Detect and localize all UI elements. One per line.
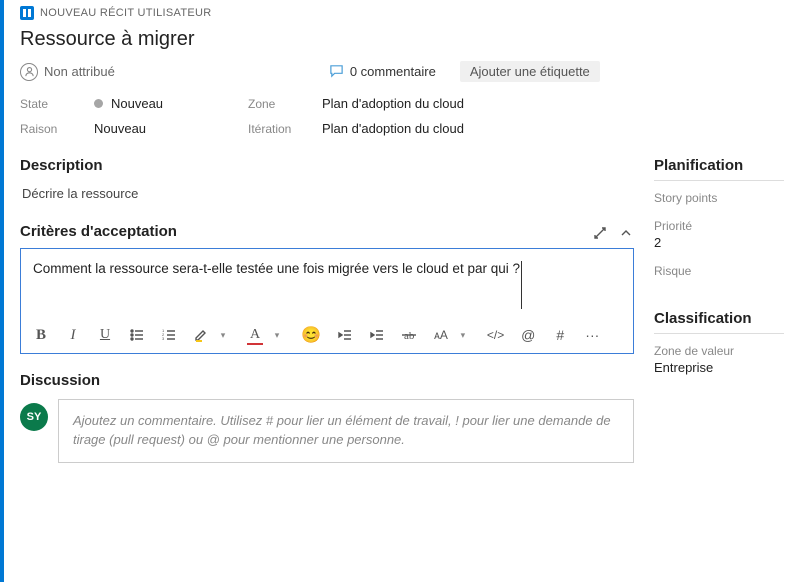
avatar: SY	[20, 403, 48, 431]
person-icon	[20, 63, 38, 81]
comments-count: 0 commentaire	[350, 64, 436, 79]
comment-input[interactable]: Ajoutez un commentaire. Utilisez # pour …	[58, 399, 634, 463]
bullet-list-button[interactable]	[129, 327, 145, 343]
acceptance-editor[interactable]: Comment la ressource sera-t-elle testée …	[20, 248, 634, 354]
comment-icon	[329, 63, 344, 81]
indent-button[interactable]	[369, 327, 385, 343]
italic-button[interactable]: I	[65, 327, 81, 344]
reason-label: Raison	[20, 122, 80, 136]
outdent-button[interactable]	[337, 327, 353, 343]
fullscreen-icon[interactable]	[592, 225, 608, 244]
font-color-button[interactable]: A	[247, 327, 263, 343]
add-tag-button[interactable]: Ajouter une étiquette	[460, 61, 600, 82]
state-value[interactable]: Nouveau	[94, 96, 234, 111]
planning-title: Planification	[654, 157, 784, 181]
emoji-button[interactable]: 😊	[301, 325, 321, 345]
priority-label: Priorité	[654, 219, 784, 233]
bold-button[interactable]: B	[33, 327, 49, 344]
comments-link[interactable]: 0 commentaire	[329, 63, 436, 81]
iteration-label: Itération	[248, 122, 308, 136]
acceptance-title: Critères d'acceptation	[20, 223, 177, 240]
chevron-down-icon[interactable]: ▾	[215, 330, 231, 341]
more-button[interactable]: ···	[584, 327, 600, 343]
assignee-picker[interactable]: Non attribué	[20, 63, 115, 81]
story-points-label: Story points	[654, 191, 784, 205]
number-list-button[interactable]: 123	[161, 327, 177, 343]
description-title: Description	[20, 157, 634, 174]
area-label: Zone	[248, 97, 308, 111]
collapse-icon[interactable]	[618, 225, 634, 244]
iteration-value[interactable]: Plan d'adoption du cloud	[322, 121, 784, 136]
svg-text:ab: ab	[404, 330, 415, 342]
underline-button[interactable]: U	[97, 327, 113, 343]
svg-text:3: 3	[162, 336, 165, 341]
classification-title: Classification	[654, 310, 784, 334]
chevron-down-icon[interactable]: ▾	[455, 330, 471, 341]
font-size-button[interactable]: ᴀA	[433, 328, 449, 342]
chevron-down-icon[interactable]: ▾	[269, 330, 285, 341]
state-label: State	[20, 97, 80, 111]
acceptance-text: Comment la ressource sera-t-elle testée …	[33, 261, 522, 309]
work-item-type: NOUVEAU RÉCIT UTILISATEUR	[40, 7, 212, 19]
assignee-label: Non attribué	[44, 64, 115, 79]
reason-value[interactable]: Nouveau	[94, 121, 234, 136]
work-item-type-icon	[20, 6, 34, 20]
page-title[interactable]: Ressource à migrer	[20, 20, 784, 61]
area-value[interactable]: Plan d'adoption du cloud	[322, 96, 784, 111]
value-area-label: Zone de valeur	[654, 344, 784, 358]
priority-value[interactable]: 2	[654, 235, 784, 250]
risk-label: Risque	[654, 264, 784, 278]
description-text[interactable]: Décrire la ressource	[20, 184, 634, 223]
discussion-title: Discussion	[20, 372, 634, 389]
mention-button[interactable]: @	[520, 327, 536, 343]
code-button[interactable]: </>	[487, 328, 504, 342]
highlight-button[interactable]	[193, 327, 209, 343]
value-area-value[interactable]: Entreprise	[654, 360, 784, 375]
hash-button[interactable]: #	[552, 327, 568, 343]
strikethrough-button[interactable]: ab	[401, 327, 417, 343]
state-dot-icon	[94, 99, 103, 108]
rte-toolbar: B I U 123 ▾ A ▾ 😊 ab ᴀA ▾ </> @	[33, 309, 621, 345]
